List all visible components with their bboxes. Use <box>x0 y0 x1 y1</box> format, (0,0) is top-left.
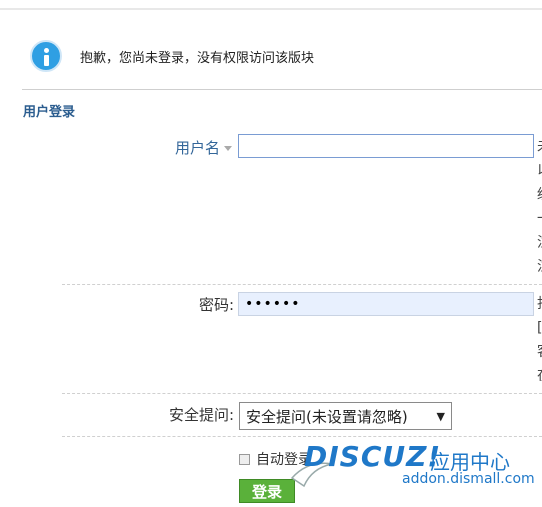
security-question-value: 安全提问(未设置请忽略) <box>246 407 408 426</box>
section-title: 用户登录 <box>23 105 76 120</box>
info-icon <box>30 40 62 72</box>
discuz-watermark: DISCUZ! 应用中心 addon.dismall.com <box>290 440 540 500</box>
username-hint-text: 未 以 级 一 注 注 <box>537 135 542 279</box>
hint-char: 在 <box>537 364 542 388</box>
password-label: 密码: <box>198 296 234 314</box>
dropdown-arrow-icon <box>224 146 232 151</box>
watermark-product: 应用中心 <box>430 450 510 474</box>
row-divider <box>62 393 542 394</box>
chevron-down-icon: ▼ <box>436 409 445 423</box>
notice-divider <box>22 89 542 90</box>
security-question-select[interactable]: 安全提问(未设置请忽略) ▼ <box>239 402 452 430</box>
notice-text: 抱歉，您尚未登录，没有权限访问该版块 <box>80 50 315 66</box>
row-divider <box>62 284 542 285</box>
login-button[interactable]: 登录 <box>239 479 295 503</box>
hint-char: 注 <box>537 231 542 255</box>
watermark-url: addon.dismall.com <box>402 471 535 487</box>
auto-login-label: 自动登录 <box>256 452 312 468</box>
username-label-text: 用户名 <box>174 139 220 157</box>
auto-login-checkbox[interactable] <box>239 453 250 465</box>
login-required-notice: 抱歉，您尚未登录，没有权限访问该版块 <box>30 38 314 74</box>
hint-char: 级 <box>537 183 542 207</box>
hint-char: 以 <box>537 159 542 183</box>
username-input[interactable] <box>238 134 534 158</box>
password-input[interactable] <box>238 292 534 316</box>
watermark-logo: DISCUZ! <box>304 440 442 473</box>
hint-char: 找 <box>537 292 542 316</box>
hint-char: 客 <box>537 340 542 364</box>
security-question-label: 安全提问: <box>168 406 234 424</box>
hint-char: [ <box>537 320 542 336</box>
hint-char: 一 <box>537 207 542 231</box>
username-label[interactable]: 用户名 <box>175 137 232 158</box>
top-divider <box>0 8 542 10</box>
row-divider <box>62 436 542 437</box>
password-hint-text: 找 [ 客 在 <box>537 292 542 388</box>
hint-char: 未 <box>537 135 542 159</box>
auto-login-option[interactable]: 自动登录 <box>239 449 312 469</box>
hint-char: 注 <box>537 255 542 279</box>
